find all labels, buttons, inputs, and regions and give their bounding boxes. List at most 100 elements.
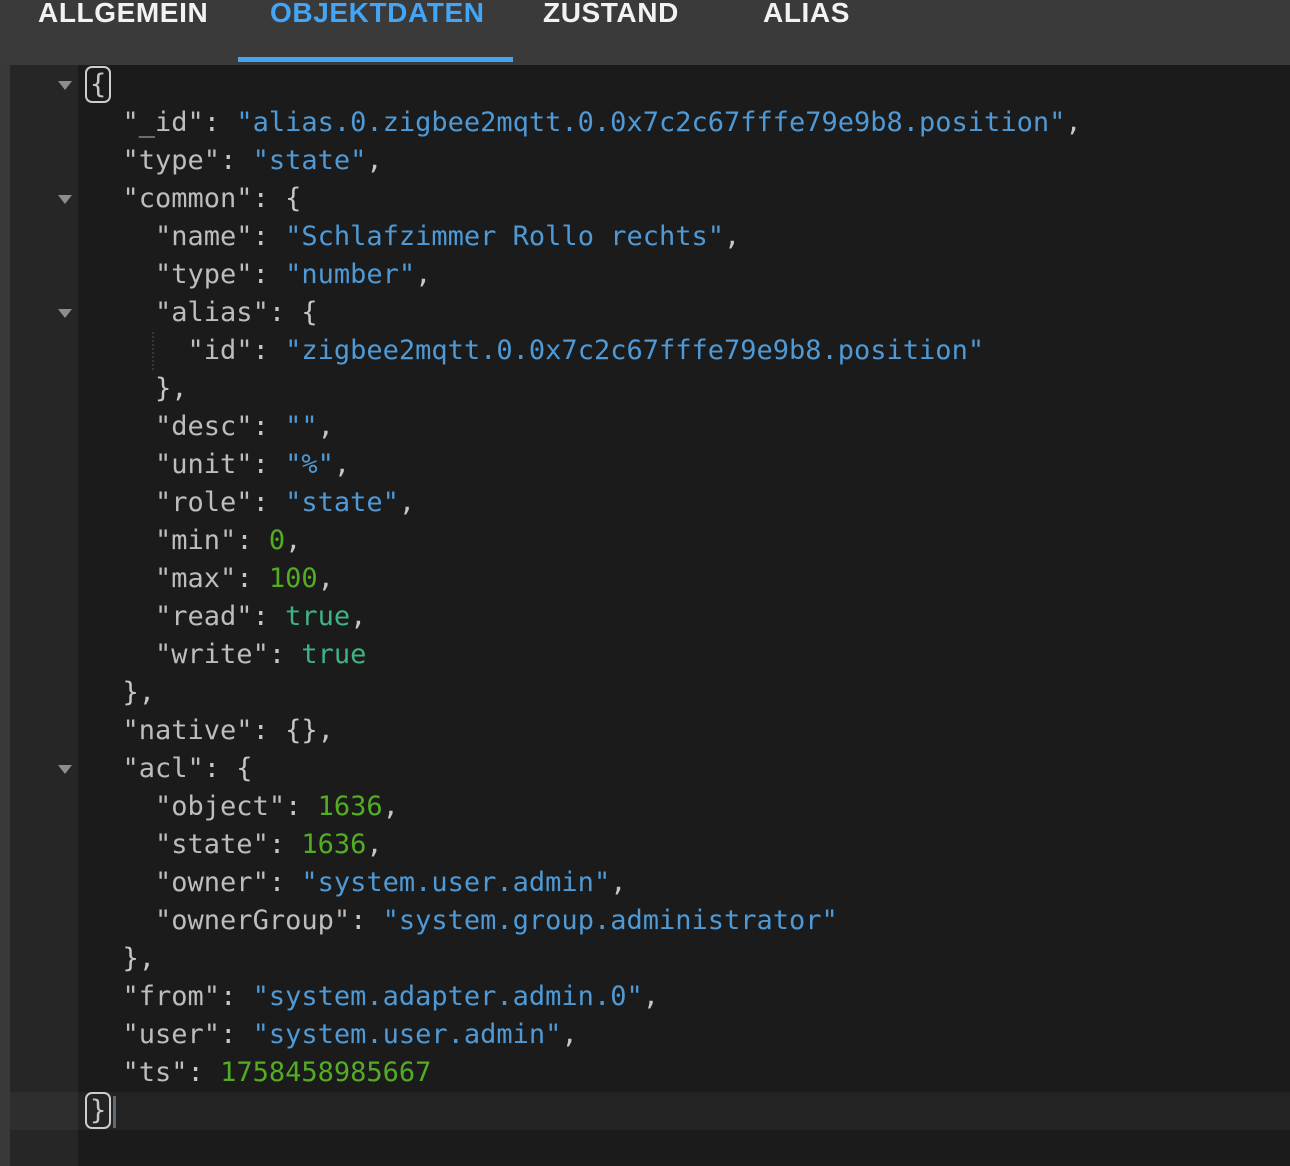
code-line[interactable]: "_id": "alias.0.zigbee2mqtt.0.0x7c2c67ff… xyxy=(10,104,1290,142)
gutter-cell xyxy=(10,446,78,484)
gutter-cell xyxy=(10,826,78,864)
code-text[interactable]: "ownerGroup": "system.group.administrato… xyxy=(78,902,1290,940)
gutter-cell xyxy=(10,142,78,180)
code-line[interactable]: "common": { xyxy=(10,180,1290,218)
gutter-cell xyxy=(10,864,78,902)
json-editor[interactable]: { "_id": "alias.0.zigbee2mqtt.0.0x7c2c67… xyxy=(0,65,1290,1166)
code-line[interactable]: "alias": { xyxy=(10,294,1290,332)
fold-arrow-icon[interactable] xyxy=(58,309,72,318)
gutter-cell xyxy=(10,256,78,294)
editor-left-padding xyxy=(0,65,10,1166)
gutter-cell xyxy=(10,522,78,560)
code-text[interactable]: "id": "zigbee2mqtt.0.0x7c2c67fffe79e9b8.… xyxy=(78,332,1290,370)
fold-arrow-icon[interactable] xyxy=(58,81,72,90)
code-line[interactable]: "name": "Schlafzimmer Rollo rechts", xyxy=(10,218,1290,256)
code-text[interactable]: "role": "state", xyxy=(78,484,1290,522)
code-line[interactable]: { xyxy=(10,66,1290,104)
gutter-cell xyxy=(10,218,78,256)
code-lines: { "_id": "alias.0.zigbee2mqtt.0.0x7c2c67… xyxy=(10,66,1290,1130)
gutter-cell xyxy=(10,104,78,142)
code-line[interactable]: }, xyxy=(10,674,1290,712)
code-line[interactable]: "desc": "", xyxy=(10,408,1290,446)
gutter-cell xyxy=(10,370,78,408)
matched-bracket: { xyxy=(85,66,111,103)
code-line[interactable]: }, xyxy=(10,370,1290,408)
code-line[interactable]: "read": true, xyxy=(10,598,1290,636)
code-line[interactable]: }, xyxy=(10,940,1290,978)
tab-allgemein[interactable]: ALLGEMEIN xyxy=(38,0,208,29)
gutter-cell xyxy=(10,902,78,940)
gutter-cell xyxy=(10,788,78,826)
fold-arrow-icon[interactable] xyxy=(58,195,72,204)
code-text[interactable]: "read": true, xyxy=(78,598,1290,636)
code-line[interactable]: "type": "state", xyxy=(10,142,1290,180)
gutter-cell xyxy=(10,636,78,674)
gutter-cell xyxy=(10,332,78,370)
matched-bracket: } xyxy=(85,1092,111,1129)
gutter-cell xyxy=(10,560,78,598)
gutter-cell xyxy=(10,294,78,332)
gutter-cell xyxy=(10,598,78,636)
code-text[interactable]: { xyxy=(78,66,1290,104)
text-cursor xyxy=(113,1096,116,1128)
code-text[interactable]: "common": { xyxy=(78,180,1290,218)
code-line[interactable]: "unit": "%", xyxy=(10,446,1290,484)
code-text[interactable]: "user": "system.user.admin", xyxy=(78,1016,1290,1054)
code-text[interactable]: "_id": "alias.0.zigbee2mqtt.0.0x7c2c67ff… xyxy=(78,104,1290,142)
gutter-cell xyxy=(10,978,78,1016)
gutter-cell xyxy=(10,674,78,712)
code-text[interactable]: "write": true xyxy=(78,636,1290,674)
code-text[interactable]: "name": "Schlafzimmer Rollo rechts", xyxy=(78,218,1290,256)
code-line[interactable]: "max": 100, xyxy=(10,560,1290,598)
code-text[interactable]: } xyxy=(78,1092,1290,1130)
code-line[interactable]: "min": 0, xyxy=(10,522,1290,560)
code-text[interactable]: "min": 0, xyxy=(78,522,1290,560)
code-line[interactable]: "owner": "system.user.admin", xyxy=(10,864,1290,902)
code-text[interactable]: "native": {}, xyxy=(78,712,1290,750)
code-text[interactable]: "state": 1636, xyxy=(78,826,1290,864)
indent-guide xyxy=(152,332,154,370)
code-text[interactable]: }, xyxy=(78,940,1290,978)
code-text[interactable]: "acl": { xyxy=(78,750,1290,788)
gutter-cell xyxy=(10,750,78,788)
code-text[interactable]: "object": 1636, xyxy=(78,788,1290,826)
code-text[interactable]: "alias": { xyxy=(78,294,1290,332)
gutter-cell xyxy=(10,408,78,446)
tab-bar: ALLGEMEIN OBJEKTDATEN ZUSTAND ALIAS xyxy=(0,0,1290,65)
code-text[interactable]: "ts": 1758458985667 xyxy=(78,1054,1290,1092)
code-line[interactable]: "write": true xyxy=(10,636,1290,674)
gutter-cell xyxy=(10,1016,78,1054)
code-text[interactable]: "unit": "%", xyxy=(78,446,1290,484)
code-line[interactable]: "id": "zigbee2mqtt.0.0x7c2c67fffe79e9b8.… xyxy=(10,332,1290,370)
code-text[interactable]: "desc": "", xyxy=(78,408,1290,446)
code-line[interactable]: "user": "system.user.admin", xyxy=(10,1016,1290,1054)
code-line[interactable]: "type": "number", xyxy=(10,256,1290,294)
code-text[interactable]: }, xyxy=(78,674,1290,712)
code-text[interactable]: "owner": "system.user.admin", xyxy=(78,864,1290,902)
gutter-cell xyxy=(10,66,78,104)
code-text[interactable]: "from": "system.adapter.admin.0", xyxy=(78,978,1290,1016)
code-text[interactable]: "max": 100, xyxy=(78,560,1290,598)
fold-arrow-icon[interactable] xyxy=(58,765,72,774)
gutter-cell xyxy=(10,1054,78,1092)
tab-zustand[interactable]: ZUSTAND xyxy=(543,0,679,29)
gutter-cell xyxy=(10,484,78,522)
gutter-cell xyxy=(10,940,78,978)
tab-objektdaten[interactable]: OBJEKTDATEN xyxy=(270,0,485,29)
code-text[interactable]: }, xyxy=(78,370,1290,408)
code-line[interactable]: "acl": { xyxy=(10,750,1290,788)
code-line[interactable]: "from": "system.adapter.admin.0", xyxy=(10,978,1290,1016)
code-text[interactable]: "type": "state", xyxy=(78,142,1290,180)
code-line[interactable]: "ownerGroup": "system.group.administrato… xyxy=(10,902,1290,940)
code-text[interactable]: "type": "number", xyxy=(78,256,1290,294)
code-line[interactable]: "ts": 1758458985667 xyxy=(10,1054,1290,1092)
active-tab-underline xyxy=(238,57,513,62)
code-line[interactable]: "native": {}, xyxy=(10,712,1290,750)
code-line[interactable]: "state": 1636, xyxy=(10,826,1290,864)
tab-alias[interactable]: ALIAS xyxy=(763,0,850,29)
code-line[interactable]: } xyxy=(10,1092,1290,1130)
code-line[interactable]: "object": 1636, xyxy=(10,788,1290,826)
gutter-cell xyxy=(10,1092,78,1130)
code-line[interactable]: "role": "state", xyxy=(10,484,1290,522)
gutter-cell xyxy=(10,180,78,218)
